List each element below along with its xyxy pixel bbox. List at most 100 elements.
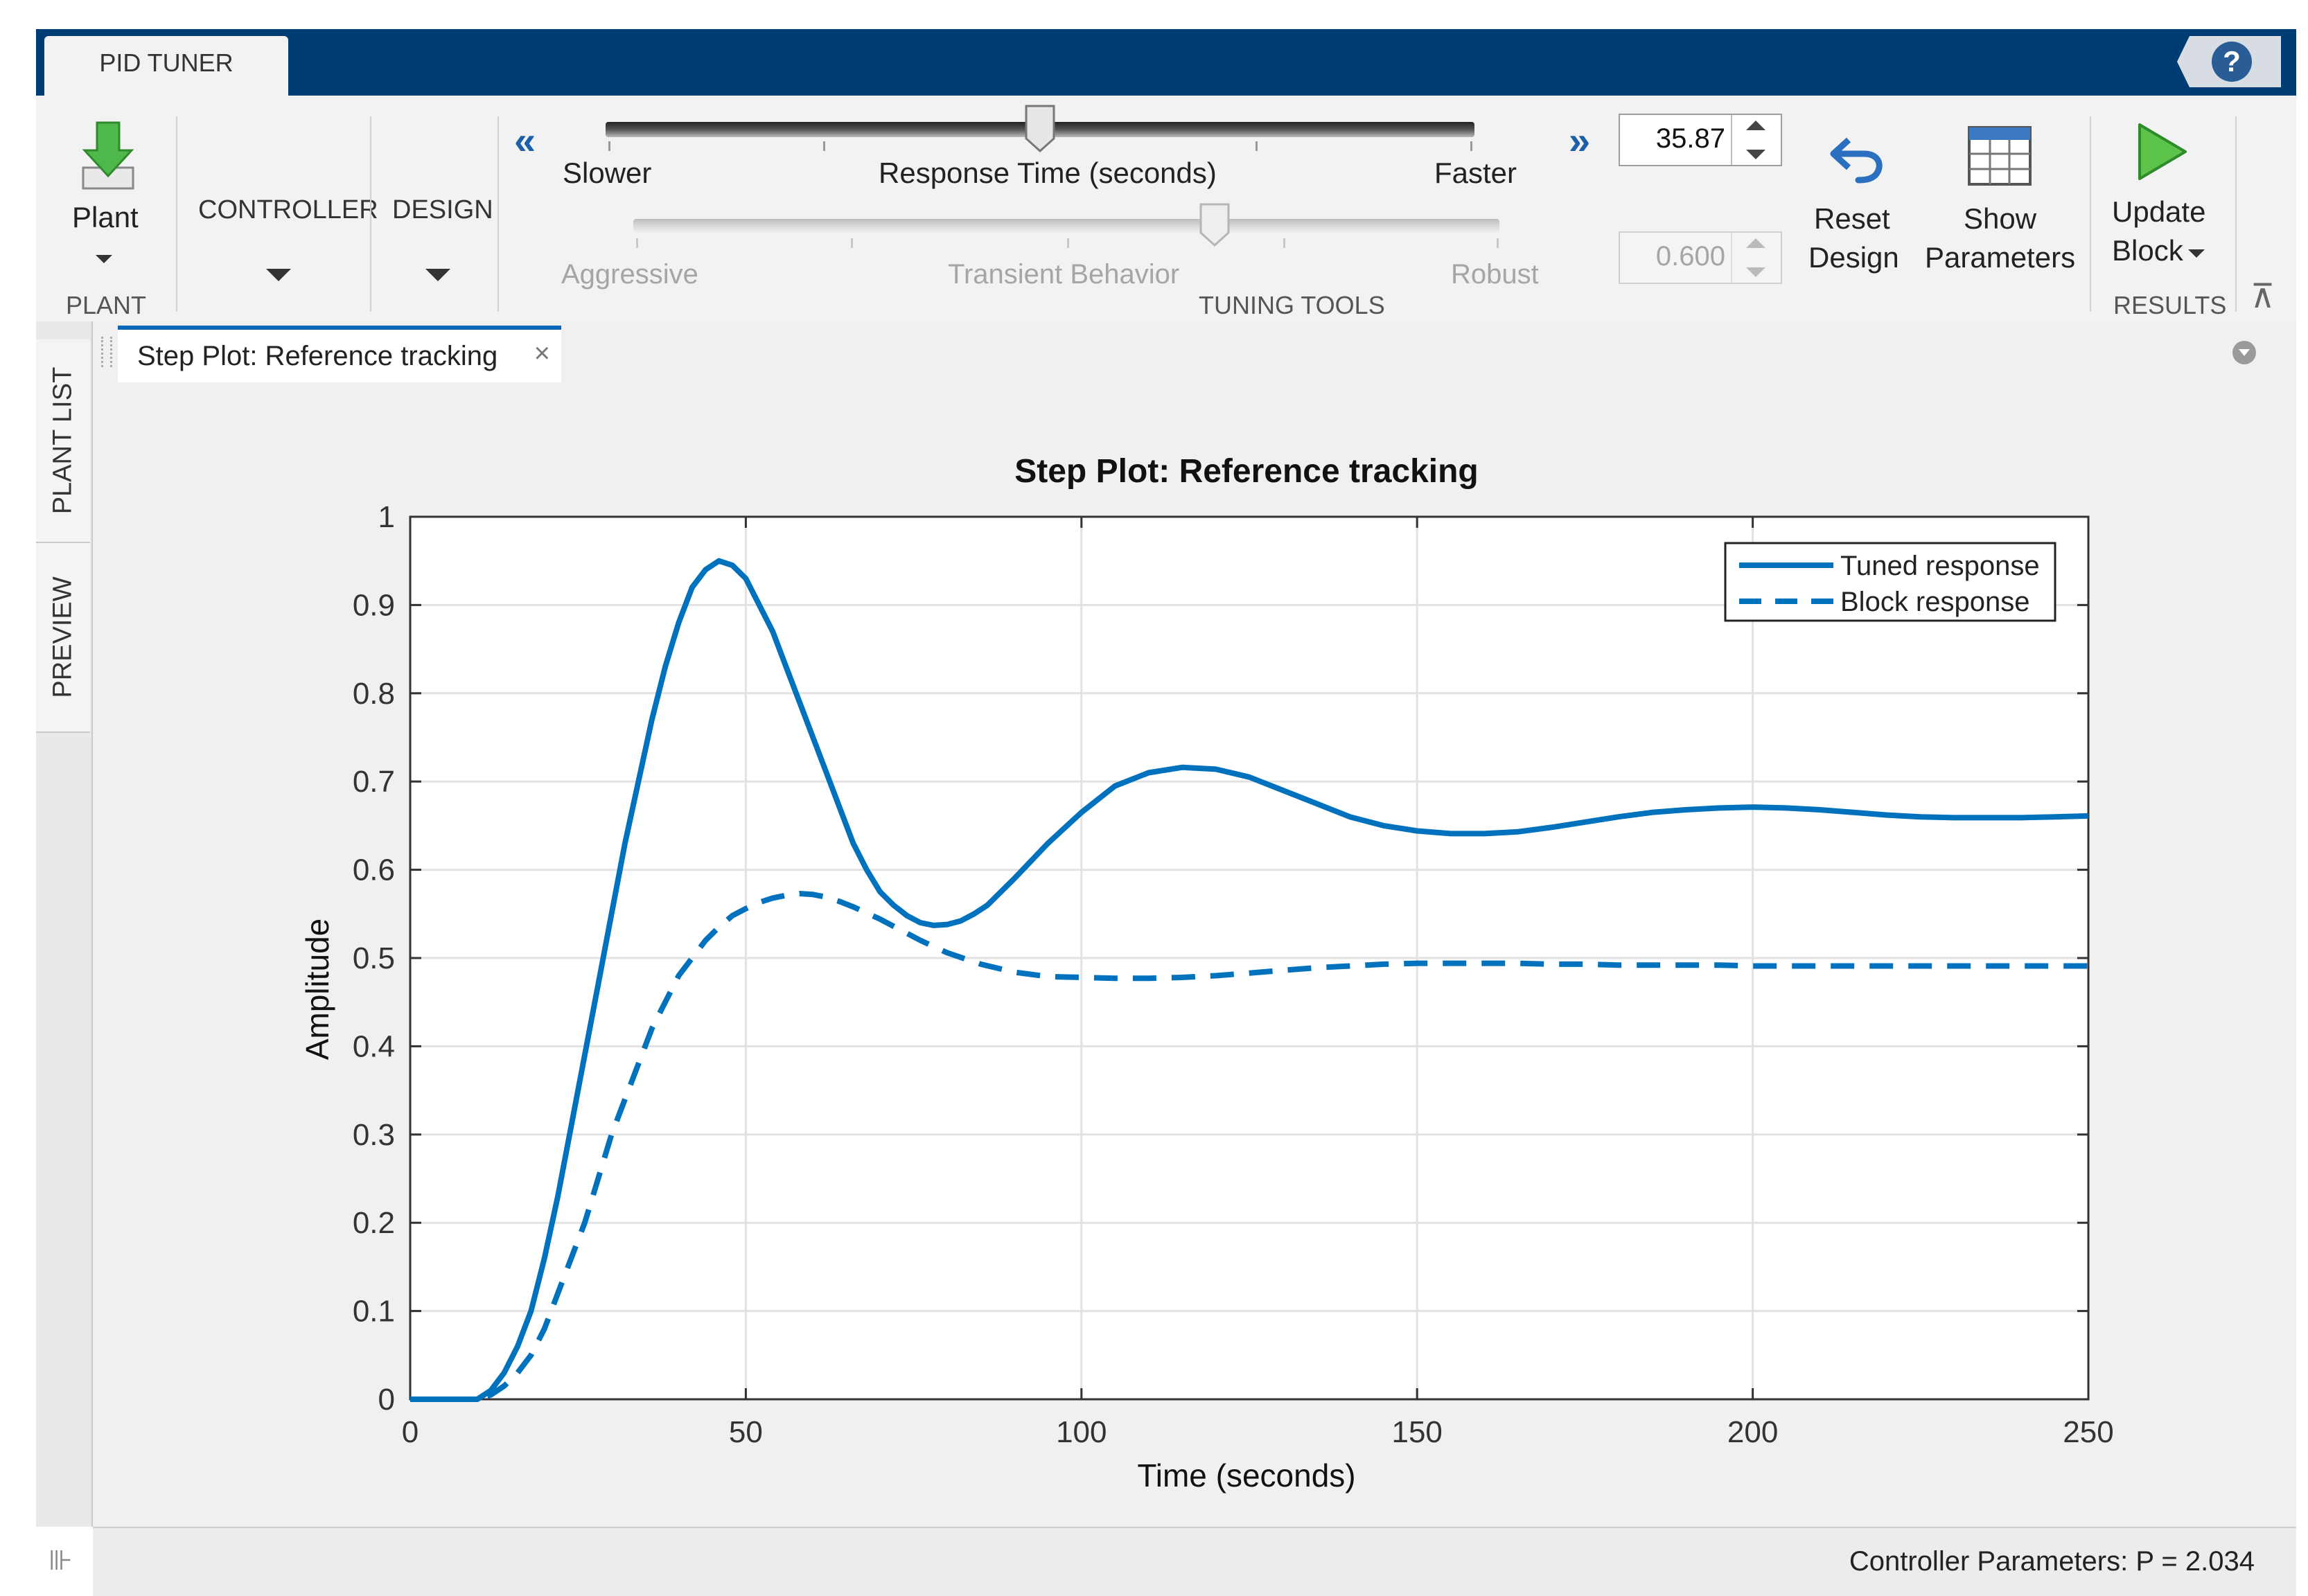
slider-tick [1283, 238, 1285, 248]
transient-behavior-slider-thumb[interactable] [1199, 202, 1231, 248]
update-block-button[interactable]: Update Block [2099, 118, 2224, 284]
slider-tick [1497, 238, 1499, 248]
panel-menu-icon[interactable] [2232, 341, 2256, 364]
y-tick-label: 0.8 [353, 677, 395, 711]
transient-behavior-slider[interactable] [633, 219, 1499, 233]
help-icon[interactable]: ? [2212, 42, 2252, 82]
spinner-down-icon[interactable] [1746, 267, 1765, 277]
spinner-down-icon[interactable] [1746, 150, 1765, 159]
slower-arrow-button[interactable]: « [514, 118, 536, 163]
transient-behavior-value: 0.600 [1655, 241, 1725, 272]
plant-section-label: PLANT [66, 291, 147, 319]
x-tick-label: 0 [402, 1415, 419, 1449]
import-icon [82, 121, 134, 190]
plant-button[interactable]: Plant [55, 111, 159, 277]
chevron-down-icon [425, 269, 450, 281]
reset-design-label-line1: Reset [1814, 202, 1890, 235]
y-tick-label: 0.2 [353, 1206, 395, 1240]
y-axis-label: Amplitude [299, 919, 335, 1061]
show-parameters-label-line1: Show [1964, 202, 2037, 235]
status-bar: Controller Parameters: P = 2.034 [93, 1527, 2296, 1596]
slower-label: Slower [563, 157, 652, 189]
robust-label: Robust [1451, 259, 1539, 290]
slider-tick [1256, 141, 1258, 151]
y-tick-label: 0 [378, 1383, 395, 1417]
slider-tick [636, 238, 638, 248]
divider [2090, 116, 2091, 312]
transient-behavior-spinner[interactable] [1731, 233, 1781, 283]
chevron-down-icon [266, 269, 291, 281]
drag-handle-icon[interactable] [101, 337, 112, 367]
controller-dropdown[interactable]: CONTROLLER [188, 187, 378, 298]
divider [2235, 116, 2237, 312]
divider [370, 116, 371, 312]
y-tick-label: 1 [378, 500, 395, 534]
response-time-input[interactable]: 35.87 [1619, 114, 1782, 166]
results-section-label: RESULTS [2113, 291, 2227, 319]
x-axis-label: Time (seconds) [1137, 1457, 1355, 1493]
y-tick-label: 0.7 [353, 765, 395, 799]
tab-preview[interactable]: PREVIEW [36, 543, 90, 733]
undo-icon [1830, 137, 1883, 184]
response-time-spinner[interactable] [1731, 115, 1781, 165]
response-time-slider-thumb[interactable] [1024, 104, 1056, 154]
tab-pid-tuner-label: PID TUNER [99, 48, 234, 77]
reset-design-button[interactable]: Reset Design [1800, 122, 1911, 288]
y-tick-label: 0.4 [353, 1029, 395, 1063]
x-tick-label: 50 [729, 1415, 763, 1449]
tuning-tools-section-label: TUNING TOOLS [1199, 291, 1385, 319]
show-parameters-button[interactable]: Show Parameters [1921, 122, 2080, 288]
collapse-toolstrip-icon[interactable]: ⊼ [2250, 277, 2275, 316]
y-tick-label: 0.5 [353, 941, 395, 975]
y-tick-label: 0.9 [353, 588, 395, 622]
divider [497, 116, 499, 312]
slider-tick [1470, 141, 1472, 151]
faster-arrow-button[interactable]: » [1569, 118, 1590, 163]
update-block-label-line2: Block [2112, 234, 2183, 267]
slider-tick [823, 141, 825, 151]
controller-label: CONTROLLER [198, 195, 378, 224]
tab-pid-tuner[interactable]: PID TUNER [44, 36, 288, 96]
grid-lines [410, 517, 2088, 1399]
expand-panel-icon[interactable]: ⊪ [49, 1545, 73, 1577]
title-bar [36, 29, 2296, 96]
aggressive-label: Aggressive [561, 259, 698, 290]
y-tick-label: 0.1 [353, 1295, 395, 1329]
x-tick-label: 200 [1727, 1415, 1778, 1449]
legend-label-tuned: Tuned response [1840, 551, 2040, 581]
spinner-up-icon[interactable] [1746, 121, 1765, 130]
chart-title: Step Plot: Reference tracking [1014, 453, 1479, 490]
response-time-value: 35.87 [1655, 123, 1725, 154]
spinner-up-icon[interactable] [1746, 238, 1765, 248]
x-tick-label: 150 [1391, 1415, 1442, 1449]
transient-behavior-input[interactable]: 0.600 [1619, 231, 1782, 284]
step-plot-chart: 0 50 100 150 200 250 0 0.1 0.2 0.3 0.4 0.5 0.6 0.7 0.8… [299, 453, 2114, 1493]
slider-tick [608, 141, 610, 151]
show-parameters-label-line2: Parameters [1925, 241, 2076, 274]
reset-design-label-line2: Design [1808, 241, 1899, 274]
divider [176, 116, 177, 312]
transient-behavior-label: Transient Behavior [948, 259, 1180, 290]
x-tick-label: 250 [2063, 1415, 2113, 1449]
y-tick-label: 0.3 [353, 1118, 395, 1152]
design-dropdown[interactable]: DESIGN [382, 187, 493, 298]
chevron-down-icon [96, 255, 112, 263]
tab-preview-label: PREVIEW [48, 576, 78, 698]
play-icon [2138, 123, 2187, 180]
legend[interactable]: Tuned response Block response [1724, 542, 2056, 622]
update-block-label-line1: Update [2112, 195, 2206, 228]
controller-parameters-status: Controller Parameters: P = 2.034 [1849, 1546, 2255, 1577]
slider-tick [1067, 238, 1069, 248]
tab-step-plot[interactable]: Step Plot: Reference tracking × [118, 326, 561, 382]
y-tick-label: 0.6 [353, 853, 395, 887]
response-time-label: Response Time (seconds) [879, 157, 1217, 189]
x-tick-label: 100 [1056, 1415, 1107, 1449]
close-icon[interactable]: × [534, 338, 550, 369]
slider-tick [851, 238, 853, 248]
legend-label-block: Block response [1840, 587, 2029, 617]
design-label: DESIGN [392, 195, 493, 224]
table-icon [1968, 126, 2032, 186]
faster-label: Faster [1434, 157, 1517, 189]
plant-label: Plant [72, 201, 139, 233]
tab-plant-list[interactable]: PLANT LIST [36, 339, 90, 543]
